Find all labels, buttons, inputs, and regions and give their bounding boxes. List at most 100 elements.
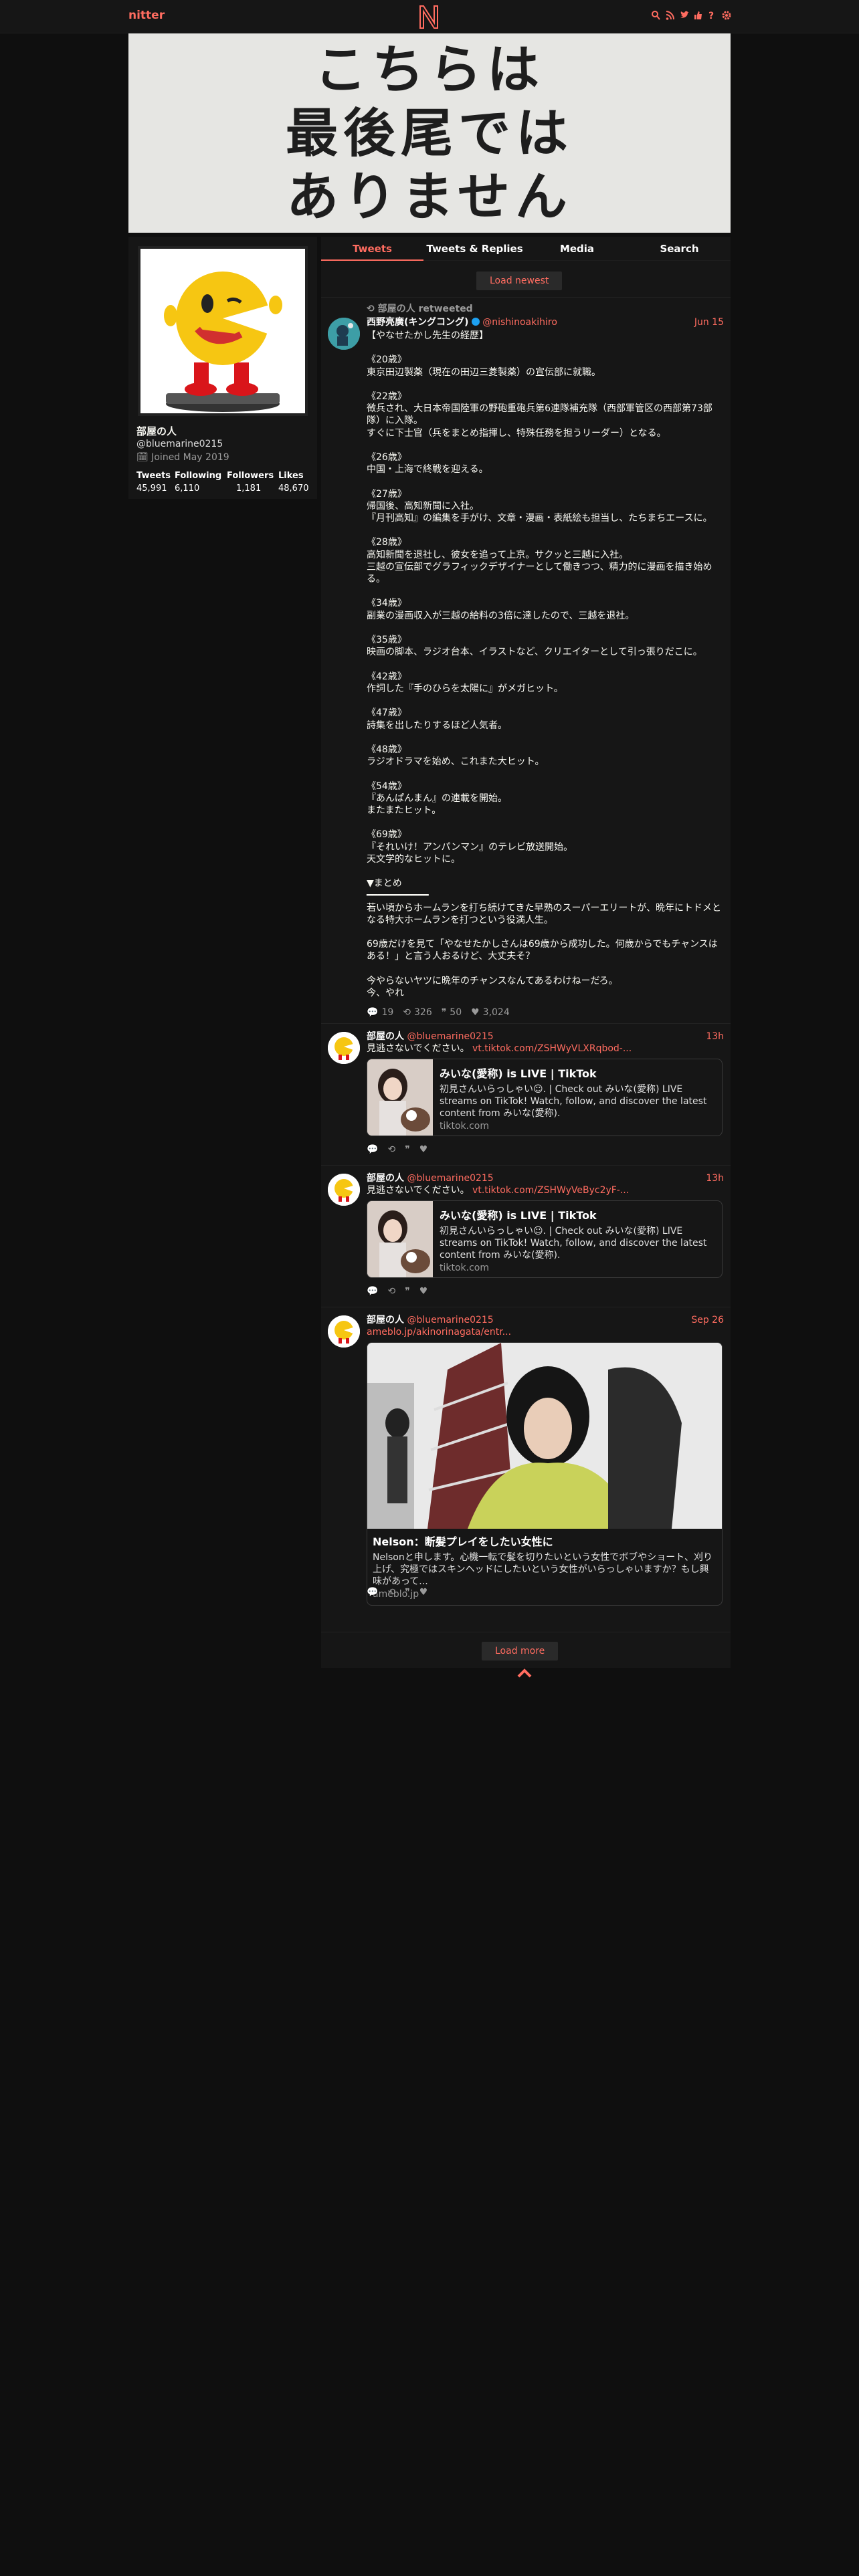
card-description: 初見さんいらっしゃい☺︎. | Check out みいな(愛称) LIVE s… xyxy=(440,1084,707,1119)
tweet-header: 部屋の人 @bluemarine0215 Sep 26 xyxy=(367,1314,724,1326)
profile-joined-text: Joined May 2019 xyxy=(151,452,229,463)
profile-fullname[interactable]: 部屋の人 xyxy=(136,424,177,438)
tab-media[interactable]: Media xyxy=(526,237,628,261)
heart-icon: ♥ xyxy=(419,1144,428,1155)
comment-icon: 💬 xyxy=(367,1144,379,1155)
tweet-username[interactable]: @bluemarine0215 xyxy=(407,1173,493,1184)
tweet-header: 西野亮廣(キングコング) @nishinoakihiro Jun 15 xyxy=(367,316,724,328)
tweet-header: 部屋の人 @bluemarine0215 13h xyxy=(367,1172,724,1184)
comment-icon: 💬 xyxy=(367,1286,379,1297)
retweet-icon: ⟲ xyxy=(387,1286,396,1297)
card-thumbnail xyxy=(367,1059,433,1136)
avatar[interactable] xyxy=(328,318,360,350)
tweet-username[interactable]: @bluemarine0215 xyxy=(407,1315,493,1325)
card-description: Nelsonと申します。心機一転で髪を切りたいという女性でボブやショート、刈り上… xyxy=(373,1552,713,1587)
tab-tweets-replies[interactable]: Tweets & Replies xyxy=(423,237,526,261)
card-thumbnail xyxy=(367,1201,433,1277)
reply-count: 19 xyxy=(381,1007,394,1018)
card-title: みいな(愛称) is LIVE | TikTok xyxy=(440,1209,597,1222)
avatar[interactable] xyxy=(328,1174,360,1206)
like-count: 3,024 xyxy=(482,1007,510,1018)
stat-label: Likes xyxy=(278,471,304,481)
twitter-icon[interactable] xyxy=(680,10,689,21)
card-image xyxy=(367,1343,722,1529)
tweet[interactable]: ⟲ 部屋の人 retweeted 西野亮廣(キングコング) @nishinoak… xyxy=(321,297,731,1023)
tweet[interactable]: 部屋の人 @bluemarine0215 Sep 26 ameblo.jp/ak… xyxy=(321,1307,731,1608)
tab-search[interactable]: Search xyxy=(628,237,731,261)
link-card[interactable]: みいな(愛称) is LIVE | TikTok 初見さんいらっしゃい☺︎. |… xyxy=(367,1059,723,1136)
tweet-username[interactable]: @bluemarine0215 xyxy=(407,1031,493,1042)
heart-icon: ♥ xyxy=(471,1007,480,1018)
tweet[interactable]: 部屋の人 @bluemarine0215 13h 見逃さないでください。 vt.… xyxy=(321,1023,731,1165)
retweet-icon: ⟲ xyxy=(387,1587,396,1598)
profile-joined: 🗓 Joined May 2019 xyxy=(136,452,229,463)
tweet-date[interactable]: 13h xyxy=(706,1172,724,1184)
stat-following: Following 6,110 xyxy=(175,471,221,494)
gear-icon[interactable] xyxy=(722,10,731,21)
stat-tweets: Tweets 45,991 xyxy=(136,471,171,494)
comment-icon: 💬 xyxy=(367,1587,379,1598)
tweet-date[interactable]: 13h xyxy=(706,1031,724,1043)
profile-card: 部屋の人 @bluemarine0215 🗓 Joined May 2019 T… xyxy=(128,237,317,499)
tweet[interactable]: 部屋の人 @bluemarine0215 13h 見逃さないでください。 vt.… xyxy=(321,1165,731,1307)
quote-stat: ❞ 50 xyxy=(442,1007,462,1018)
profile-banner[interactable]: こちらは 最後尾では ありません xyxy=(128,33,731,233)
timeline: Tweets Tweets & Replies Media Search Loa… xyxy=(321,237,731,1668)
tab-tweets[interactable]: Tweets xyxy=(321,237,423,261)
tweet-fullname[interactable]: 西野亮廣(キングコング) xyxy=(367,317,468,328)
navbar: nitter ? xyxy=(0,0,859,33)
heart-icon: ♥ xyxy=(419,1286,428,1297)
banner-sign-text: こちらは 最後尾では ありません xyxy=(285,40,573,227)
stat-label: Following xyxy=(175,471,222,481)
tweet-text: 見逃さないでください。 xyxy=(367,1043,470,1054)
stat-value: 45,991 xyxy=(136,484,167,494)
tweet-date[interactable]: Sep 26 xyxy=(691,1314,724,1326)
tweet-fullname[interactable]: 部屋の人 xyxy=(367,1031,404,1042)
avatar[interactable] xyxy=(138,246,308,416)
card-destination: tiktok.com xyxy=(440,1263,489,1273)
load-newest-button[interactable]: Load newest xyxy=(476,272,563,290)
card-content: みいな(愛称) is LIVE | TikTok 初見さんいらっしゃい☺︎. |… xyxy=(440,1065,717,1132)
tweet-link[interactable]: vt.tiktok.com/ZSHWyVLXRqbod-... xyxy=(472,1043,632,1054)
reply-stat: 💬 19 xyxy=(367,1007,393,1018)
thumbs-up-icon[interactable] xyxy=(694,10,702,21)
brand-link[interactable]: nitter xyxy=(128,9,165,22)
quote-icon: ❞ xyxy=(441,1007,447,1018)
retweet-icon: ⟲ xyxy=(367,304,375,314)
card-title: Nelson：断髪プレイをしたい女性に xyxy=(373,1535,553,1548)
tweet-text: 見逃さないでください。 xyxy=(367,1185,470,1196)
card-destination: tiktok.com xyxy=(440,1121,489,1132)
tweet-content: 見逃さないでください。 vt.tiktok.com/ZSHWyVLXRqbod-… xyxy=(367,1043,724,1055)
svg-text:?: ? xyxy=(708,11,714,21)
avatar[interactable] xyxy=(328,1032,360,1064)
stat-label: Tweets xyxy=(136,471,171,481)
tweet-stats: 💬 ⟲ ❞ ♥ xyxy=(367,1587,427,1598)
quote-icon: ❞ xyxy=(405,1144,410,1155)
link-card[interactable]: みいな(愛称) is LIVE | TikTok 初見さんいらっしゃい☺︎. |… xyxy=(367,1200,723,1278)
link-card[interactable]: Nelson：断髪プレイをしたい女性に Nelsonと申します。心機一転で髪を切… xyxy=(367,1342,723,1606)
scroll-top-icon[interactable] xyxy=(516,1668,533,1679)
tweet-header: 部屋の人 @bluemarine0215 13h xyxy=(367,1031,724,1043)
tweet-username[interactable]: @nishinoakihiro xyxy=(482,317,557,328)
search-icon[interactable] xyxy=(652,10,660,21)
retweet-label: 部屋の人 retweeted xyxy=(377,304,473,314)
tweet-content: ameblo.jp/akinorinagata/entr... xyxy=(367,1326,724,1338)
stat-followers: Followers 1,181 xyxy=(227,471,274,494)
tweet-fullname[interactable]: 部屋の人 xyxy=(367,1315,404,1325)
load-more-button[interactable]: Load more xyxy=(482,1642,559,1660)
tweet-date[interactable]: Jun 15 xyxy=(694,316,724,328)
quote-count: 50 xyxy=(450,1007,462,1018)
profile-username[interactable]: @bluemarine0215 xyxy=(136,439,223,449)
retweet-stat: ⟲ 326 xyxy=(403,1007,432,1018)
tweet-stats: 💬 ⟲ ❞ ♥ xyxy=(367,1144,427,1155)
tweet-content: 見逃さないでください。 vt.tiktok.com/ZSHWyVeByc2yF-… xyxy=(367,1184,724,1196)
nitter-logo-icon[interactable] xyxy=(417,4,440,29)
question-icon[interactable]: ? xyxy=(708,10,717,21)
quote-icon: ❞ xyxy=(405,1286,410,1297)
avatar[interactable] xyxy=(328,1315,360,1348)
tweet-fullname[interactable]: 部屋の人 xyxy=(367,1173,404,1184)
tweet-link[interactable]: ameblo.jp/akinorinagata/entr... xyxy=(367,1327,511,1337)
rss-icon[interactable] xyxy=(666,10,675,21)
stat-label: Followers xyxy=(227,471,274,481)
tweet-link[interactable]: vt.tiktok.com/ZSHWyVeByc2yF-... xyxy=(472,1185,629,1196)
